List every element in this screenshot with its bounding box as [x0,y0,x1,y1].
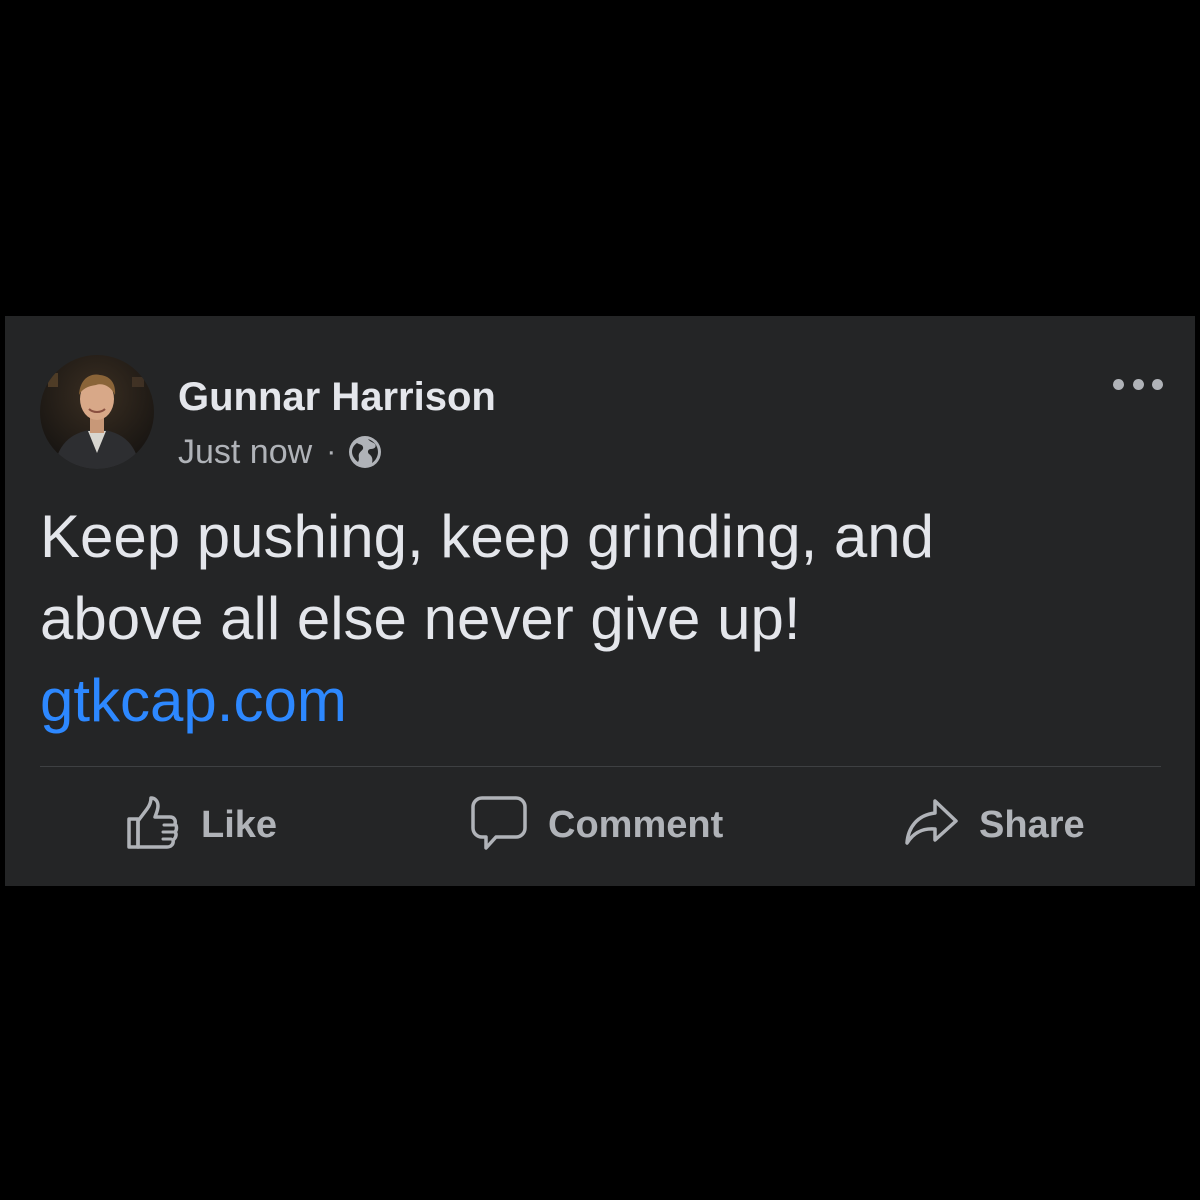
share-label: Share [979,803,1085,846]
globe-icon[interactable] [348,435,382,469]
divider [40,766,1161,767]
post-text-line: Keep pushing, keep grinding, and [40,503,935,570]
share-arrow-icon [903,795,959,856]
share-button[interactable]: Share [903,794,1085,856]
like-button[interactable]: Like [125,794,277,856]
post-meta: Just now · [178,431,382,473]
more-dot [1132,378,1144,390]
post-timestamp[interactable]: Just now [178,431,312,473]
more-dot [1152,378,1163,390]
more-options-icon[interactable] [1113,374,1163,394]
post-card: Gunnar Harrison Just now · Keep pushing,… [5,316,1195,886]
author-name[interactable]: Gunnar Harrison [178,374,496,420]
post-body: Keep pushing, keep grinding, and above a… [40,496,1140,742]
comment-label: Comment [548,803,724,846]
post-link[interactable]: gtkcap.com [40,667,347,734]
like-label: Like [201,803,278,846]
avatar[interactable] [40,355,154,469]
avatar-photo [40,355,154,469]
comment-button[interactable]: Comment [470,794,723,856]
speech-bubble-icon [470,794,528,857]
more-dot [1113,378,1124,390]
post-text-line: above all else never give up! [40,585,801,652]
thumbs-up-icon [125,795,181,856]
meta-separator: · [326,435,337,468]
action-bar: Like Comment Share [5,794,1195,856]
